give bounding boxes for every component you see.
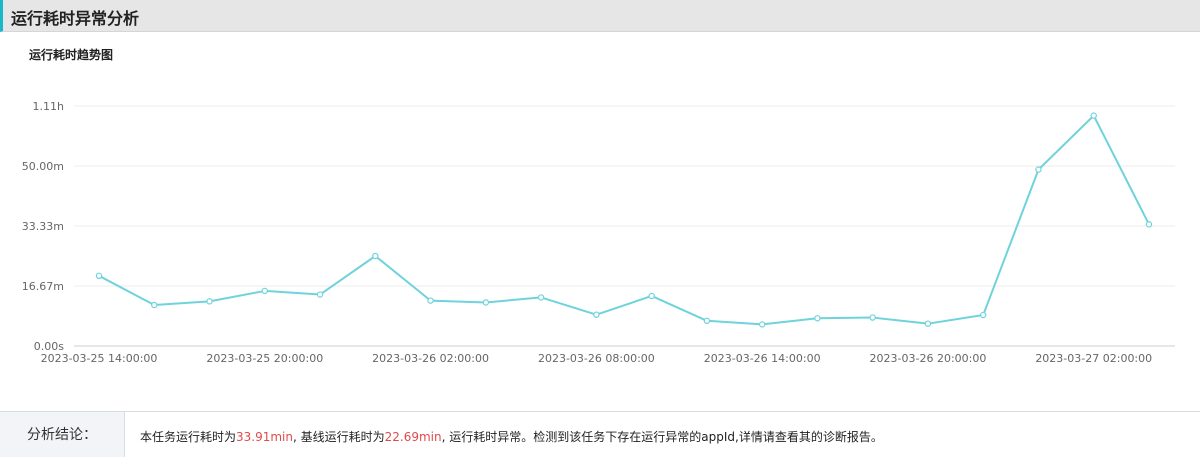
data-point [482, 299, 490, 306]
x-tick-label: 2023-03-26 14:00:00 [704, 352, 821, 365]
data-point [924, 320, 932, 327]
x-tick-label: 2023-03-27 02:00:00 [1035, 352, 1152, 365]
data-point [372, 252, 379, 260]
conclusion-text-part3: , 运行耗时异常。检测到该任务下存在运行异常的appId,详情请查看其的诊断报告… [441, 430, 883, 444]
data-point [980, 311, 987, 319]
data-point [427, 297, 434, 304]
y-tick-label: 50.00m [22, 160, 64, 173]
baseline-runtime-value: 22.69min [384, 430, 442, 444]
data-point [206, 298, 213, 305]
x-tick-label: 2023-03-26 02:00:00 [372, 352, 489, 365]
conclusion-text-part1: 本任务运行耗时为 [140, 430, 237, 444]
y-tick-label: 1.11h [33, 100, 64, 113]
data-point [1090, 112, 1097, 119]
analysis-conclusion: 分析结论： 本任务运行耗时为33.91min, 基线运行耗时为22.69min,… [0, 411, 1200, 457]
x-tick-label: 2023-03-26 20:00:00 [870, 352, 987, 365]
data-point [537, 294, 545, 301]
runtime-trend-chart: 0.00s16.67m33.33m50.00m1.11h 2023-03-25 … [22, 100, 1175, 365]
conclusion-text-part2: , 基线运行耗时为 [293, 430, 385, 444]
y-tick-label: 33.33m [22, 220, 64, 233]
x-tick-label: 2023-03-25 14:00:00 [41, 352, 158, 365]
x-tick-label: 2023-03-25 20:00:00 [206, 352, 323, 365]
data-point [261, 287, 268, 295]
data-point [758, 321, 766, 328]
task-runtime-value: 33.91min [236, 430, 293, 444]
data-point [1145, 221, 1153, 228]
data-point [814, 315, 821, 322]
data-point [1035, 166, 1042, 173]
y-tick-label: 16.67m [22, 280, 64, 293]
x-tick-label: 2023-03-26 08:00:00 [538, 352, 655, 365]
y-axis-ticks: 0.00s16.67m33.33m50.00m1.11h [22, 100, 64, 353]
data-point [869, 314, 876, 321]
data-point [648, 292, 655, 300]
chart-gridlines [74, 105, 1175, 347]
data-point [95, 272, 103, 280]
conclusion-text: 本任务运行耗时为33.91min, 基线运行耗时为22.69min, 运行耗时异… [140, 428, 883, 445]
chart-series [95, 112, 1153, 328]
conclusion-label: 分析结论： [0, 412, 125, 457]
x-axis-ticks: 2023-03-25 14:00:00 2023-03-25 20:00:00 20… [41, 352, 1153, 365]
data-point [151, 301, 158, 309]
data-point [593, 311, 600, 318]
series-line [98, 114, 1150, 326]
data-point [703, 317, 711, 325]
data-point [316, 291, 324, 298]
